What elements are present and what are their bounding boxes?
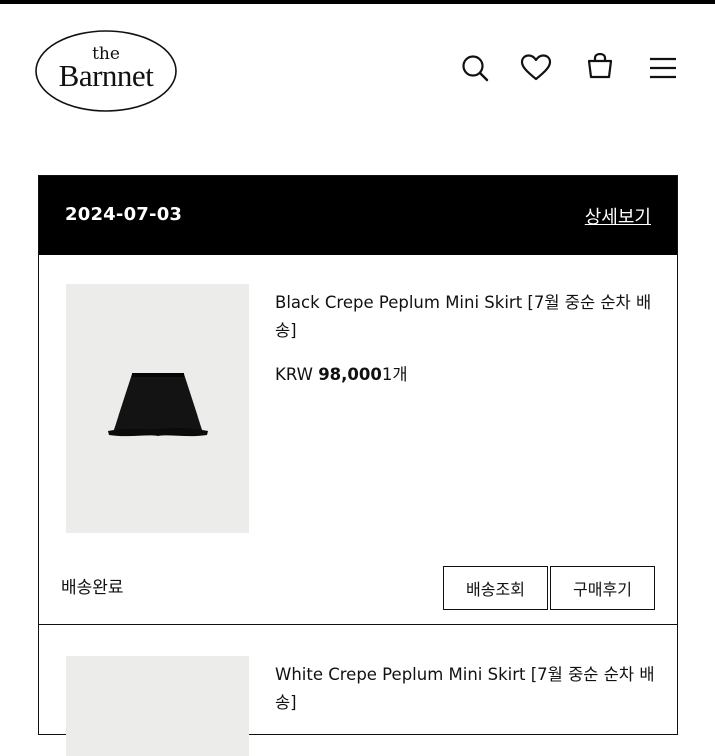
product-name[interactable]: Black Crepe Peplum Mini Skirt [7월 중순 순차 …: [275, 289, 655, 345]
order-date: 2024-07-03: [65, 204, 183, 225]
order-detail-link[interactable]: 상세보기: [585, 203, 651, 229]
delivery-status: 배송완료: [61, 578, 124, 598]
price-amount: 98,000: [318, 365, 382, 384]
shopping-bag-icon[interactable]: [583, 49, 617, 83]
heart-icon[interactable]: [519, 51, 553, 85]
menu-icon[interactable]: [646, 51, 680, 85]
write-review-button[interactable]: 구매후기: [550, 566, 655, 610]
order-item: White Crepe Peplum Mini Skirt [7월 중순 순차 …: [39, 624, 677, 756]
quantity: 1개: [381, 365, 408, 384]
search-icon[interactable]: [458, 51, 492, 85]
product-price: KRW 98,0001개: [275, 361, 408, 385]
track-delivery-button[interactable]: 배송조회: [443, 566, 548, 610]
top-black-bar: [0, 0, 715, 4]
product-name[interactable]: White Crepe Peplum Mini Skirt [7월 중순 순차 …: [275, 661, 655, 717]
product-thumbnail[interactable]: [66, 656, 249, 756]
order-card: 2024-07-03 상세보기 Black Crepe Peplum Mini …: [38, 175, 678, 756]
price-currency: KRW: [275, 365, 313, 384]
barnnet-logo[interactable]: the Barnnet: [34, 28, 178, 114]
order-header: 2024-07-03 상세보기: [39, 176, 677, 255]
order-item: Black Crepe Peplum Mini Skirt [7월 중순 순차 …: [39, 255, 677, 623]
product-thumbnail[interactable]: [66, 284, 249, 533]
logo-name-text: Barnnet: [59, 58, 155, 93]
